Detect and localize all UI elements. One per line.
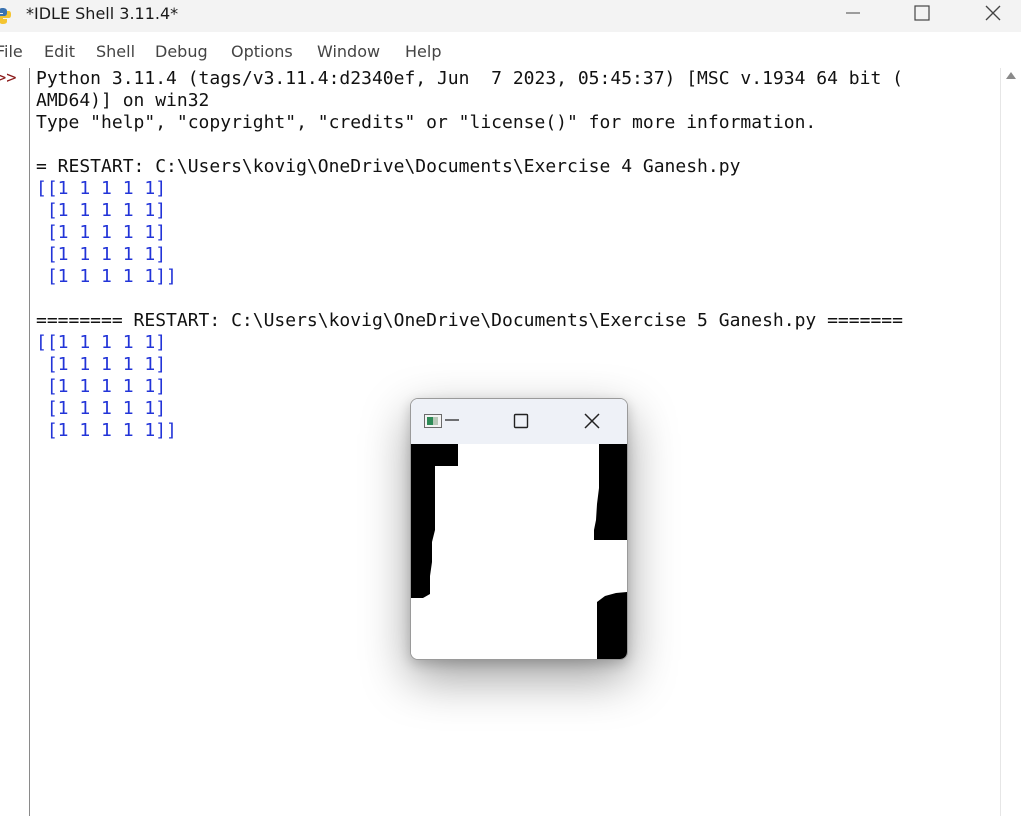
- maximize-icon[interactable]: [511, 411, 531, 431]
- output-line: [[1 1 1 1 1]: [36, 332, 167, 353]
- idle-shell-window: *IDLE Shell 3.11.4* File Edit Shell Debu…: [0, 0, 1021, 816]
- output-line: [[1 1 1 1 1]: [36, 178, 167, 199]
- shell-line: AMD64)] on win32: [36, 90, 210, 111]
- output-line: [1 1 1 1 1]: [36, 222, 167, 243]
- close-icon: [985, 5, 1001, 21]
- vertical-scrollbar[interactable]: [1000, 68, 1021, 816]
- menu-file[interactable]: File: [0, 42, 23, 61]
- menu-edit[interactable]: Edit: [44, 42, 75, 61]
- minimize-icon: [846, 12, 860, 14]
- menu-help[interactable]: Help: [405, 42, 441, 61]
- close-button[interactable]: [969, 0, 1015, 32]
- shell-prompt: >>: [0, 68, 17, 88]
- scroll-up-arrow-icon[interactable]: [1006, 72, 1016, 79]
- output-line: [1 1 1 1 1]: [36, 200, 167, 221]
- output-line: [1 1 1 1 1]: [36, 354, 167, 375]
- minimize-icon[interactable]: [441, 409, 461, 429]
- python-icon: [0, 8, 11, 24]
- menu-debug[interactable]: Debug: [155, 42, 208, 61]
- window-title: *IDLE Shell 3.11.4*: [26, 4, 179, 23]
- restart-line: ======== RESTART: C:\Users\kovig\OneDriv…: [36, 310, 903, 331]
- maximize-button[interactable]: [898, 0, 944, 32]
- output-line: [1 1 1 1 1]: [36, 398, 167, 419]
- menu-bar: File Edit Shell Debug Options Window Hel…: [0, 38, 1021, 66]
- image-window: [410, 398, 628, 660]
- prompt-sidebar: [0, 68, 30, 816]
- output-line: [1 1 1 1 1]: [36, 244, 167, 265]
- shell-line: Python 3.11.4 (tags/v3.11.4:d2340ef, Jun…: [36, 68, 903, 89]
- menu-window[interactable]: Window: [317, 42, 380, 61]
- shell-line: Type "help", "copyright", "credits" or "…: [36, 112, 817, 133]
- menu-options[interactable]: Options: [231, 42, 293, 61]
- title-bar[interactable]: *IDLE Shell 3.11.4*: [0, 0, 1021, 32]
- restart-line: = RESTART: C:\Users\kovig\OneDrive\Docum…: [36, 156, 741, 177]
- output-line: [1 1 1 1 1]]: [36, 266, 177, 287]
- minimize-button[interactable]: [830, 0, 876, 32]
- output-line: [1 1 1 1 1]: [36, 376, 167, 397]
- close-icon[interactable]: [582, 411, 602, 431]
- output-line: [1 1 1 1 1]]: [36, 420, 177, 441]
- maximize-icon: [914, 5, 930, 21]
- image-window-icon: [424, 414, 442, 428]
- menu-shell[interactable]: Shell: [96, 42, 135, 61]
- binary-image: [411, 444, 627, 659]
- image-window-title-bar[interactable]: [411, 399, 627, 444]
